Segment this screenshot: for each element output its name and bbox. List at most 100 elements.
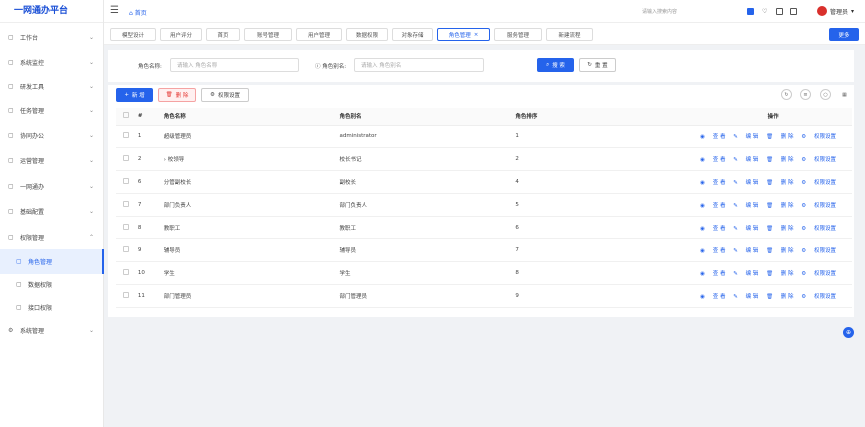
trash-icon: 🗑	[165, 92, 173, 98]
view-action[interactable]: ◉ 查 看	[700, 271, 725, 277]
view-action[interactable]: ◉ 查 看	[700, 157, 725, 163]
role-name-input[interactable]: 请输入 角色名称	[170, 58, 299, 72]
view-action[interactable]: ◉ 查 看	[700, 226, 725, 232]
delete-action[interactable]: 🗑 删 除	[766, 180, 793, 186]
row-role-alias: 校长书记	[339, 147, 516, 172]
sidebar-item[interactable]: ▢ 协同办公 ⌄	[0, 123, 104, 148]
permission-action[interactable]: ⚙ 权限设置	[801, 180, 836, 186]
table-row[interactable]: 10 学生 学生 8 ◉ 查 看 ✎ 编 辑 🗑 删 除 ⚙ 权限设置	[116, 261, 852, 286]
permission-action[interactable]: ⚙ 权限设置	[801, 271, 836, 277]
edit-action[interactable]: ✎ 编 辑	[733, 248, 758, 254]
sidebar-item[interactable]: ▢ 研发工具 ⌄	[0, 74, 104, 99]
sidebar-item[interactable]: ▢ 系统监控 ⌄	[0, 50, 104, 75]
tab[interactable]: 服务管理	[494, 28, 542, 41]
permission-action[interactable]: ⚙ 权限设置	[801, 157, 836, 163]
row-checkbox[interactable]	[116, 261, 138, 286]
menu-toggle-icon[interactable]: ☰	[110, 5, 119, 16]
delete-action[interactable]: 🗑 删 除	[766, 271, 793, 277]
edit-action[interactable]: ✎ 编 辑	[733, 226, 758, 232]
reset-button[interactable]: ↻ 重 置	[579, 58, 616, 72]
tab[interactable]: 首页	[206, 28, 240, 41]
sidebar-subitem[interactable]: ▢ 接口权限	[0, 295, 104, 320]
more-button[interactable]: 更多	[829, 28, 859, 41]
add-button[interactable]: + 新 增	[116, 88, 153, 102]
sidebar-item-system[interactable]: ⚙ 系统管理 ⌄	[0, 318, 104, 343]
app-title: 一网通办平台	[0, 0, 103, 23]
home-link[interactable]: ⌂ 首页	[129, 8, 147, 17]
permission-action[interactable]: ⚙ 权限设置	[801, 248, 836, 254]
edit-action[interactable]: ✎ 编 辑	[733, 271, 758, 277]
row-checkbox[interactable]	[116, 147, 138, 172]
tab[interactable]: 模型设计	[110, 28, 156, 41]
global-search-input[interactable]: 请输入搜索内容	[642, 8, 677, 15]
delete-button[interactable]: 🗑 删 除	[158, 88, 196, 102]
tab[interactable]: 数据权限	[346, 28, 388, 41]
tab[interactable]: 角色管理 ×	[437, 28, 490, 41]
sidebar-item[interactable]: ▢ 工作台 ⌄	[0, 25, 104, 50]
fullscreen-icon[interactable]	[776, 8, 783, 15]
search-toggle-icon[interactable]: ○	[820, 89, 831, 100]
table-row[interactable]: 1 超级管理员 administrator 1 ◉ 查 看 ✎ 编 辑 🗑 删 …	[116, 125, 852, 149]
search-button[interactable]: ⌕ 搜 索	[537, 58, 574, 72]
delete-action[interactable]: 🗑 删 除	[766, 226, 793, 232]
close-icon[interactable]: ×	[474, 32, 479, 38]
theme-icon[interactable]: ♡	[762, 8, 769, 15]
grid-icon[interactable]: ▦	[839, 89, 850, 100]
role-alias-input[interactable]: 请输入 角色别名	[354, 58, 484, 72]
table-row[interactable]: 6 分管副校长 副校长 4 ◉ 查 看 ✎ 编 辑 🗑 删 除 ⚙ 权限设置	[116, 170, 852, 194]
view-action[interactable]: ◉ 查 看	[700, 180, 725, 186]
delete-action[interactable]: 🗑 删 除	[766, 294, 793, 300]
table-row[interactable]: 9 辅导员 辅导员 7 ◉ 查 看 ✎ 编 辑 🗑 删 除 ⚙ 权限设置	[116, 238, 852, 263]
view-action[interactable]: ◉ 查 看	[700, 203, 725, 209]
row-checkbox[interactable]	[116, 284, 138, 308]
view-action[interactable]: ◉ 查 看	[700, 294, 725, 300]
table-row[interactable]: 7 部门负责人 部门负责人 5 ◉ 查 看 ✎ 编 辑 🗑 删 除 ⚙ 权限设置	[116, 193, 852, 217]
sidebar-item[interactable]: ▢ 基础配置 ⌄	[0, 199, 104, 224]
row-checkbox[interactable]	[116, 125, 138, 149]
edit-action[interactable]: ✎ 编 辑	[733, 134, 758, 140]
permission-action[interactable]: ⚙ 权限设置	[801, 203, 836, 209]
tab[interactable]: 用户评分	[160, 28, 202, 41]
refresh-icon[interactable]: ↻	[781, 89, 792, 100]
lock-screen-icon[interactable]	[790, 8, 797, 15]
permission-action[interactable]: ⚙ 权限设置	[801, 226, 836, 232]
notification-icon[interactable]	[747, 8, 754, 15]
tab[interactable]: 用户管理	[296, 28, 342, 41]
delete-action[interactable]: 🗑 删 除	[766, 157, 793, 163]
tab-label: 首页	[217, 32, 229, 39]
user-menu[interactable]: 管理员 ▾	[817, 6, 854, 16]
delete-action[interactable]: 🗑 删 除	[766, 203, 793, 209]
delete-action[interactable]: 🗑 删 除	[766, 248, 793, 254]
sidebar-subitem-label: 角色管理	[28, 259, 53, 266]
sidebar-subitem[interactable]: ▢ 角色管理	[0, 249, 104, 274]
table-row[interactable]: 2 › 校领导 校长书记 2 ◉ 查 看 ✎ 编 辑 🗑 删 除 ⚙ 权限设置	[116, 147, 852, 172]
row-checkbox[interactable]	[116, 170, 138, 194]
edit-action[interactable]: ✎ 编 辑	[733, 180, 758, 186]
view-action[interactable]: ◉ 查 看	[700, 248, 725, 254]
row-checkbox[interactable]	[116, 216, 138, 240]
columns-icon[interactable]: ≡	[800, 89, 811, 100]
view-action[interactable]: ◉ 查 看	[700, 134, 725, 140]
edit-action[interactable]: ✎ 编 辑	[733, 203, 758, 209]
permission-button[interactable]: ⚙ 权限设置	[201, 88, 249, 102]
table-row[interactable]: 8 教职工 教职工 6 ◉ 查 看 ✎ 编 辑 🗑 删 除 ⚙ 权限设置	[116, 216, 852, 240]
permission-action[interactable]: ⚙ 权限设置	[801, 134, 836, 140]
sidebar-subitem[interactable]: ▢ 数据权限	[0, 272, 104, 297]
sidebar-item[interactable]: ▢ 任务管理 ⌄	[0, 98, 104, 123]
sidebar-item[interactable]: ▢ 权限管理 ⌃	[0, 225, 104, 250]
table-row[interactable]: 11 部门管理员 部门管理员 9 ◉ 查 看 ✎ 编 辑 🗑 删 除 ⚙ 权限设…	[116, 284, 852, 308]
sidebar-item[interactable]: ▢ 一网通办 ⌄	[0, 174, 104, 199]
edit-action[interactable]: ✎ 编 辑	[733, 157, 758, 163]
edit-action[interactable]: ✎ 编 辑	[733, 294, 758, 300]
ops-icon: ▢	[8, 157, 14, 164]
tab[interactable]: 对象存储	[392, 28, 433, 41]
delete-action[interactable]: 🗑 删 除	[766, 134, 793, 140]
row-checkbox[interactable]	[116, 238, 138, 263]
select-all-checkbox[interactable]	[116, 108, 138, 126]
sidebar-item[interactable]: ▢ 运营管理 ⌄	[0, 148, 104, 173]
permission-action[interactable]: ⚙ 权限设置	[801, 294, 836, 300]
scroll-top-icon[interactable]: ⊕	[843, 327, 854, 338]
row-checkbox[interactable]	[116, 193, 138, 217]
tab[interactable]: 账号管理	[244, 28, 292, 41]
tab[interactable]: 新建流程	[546, 28, 593, 41]
